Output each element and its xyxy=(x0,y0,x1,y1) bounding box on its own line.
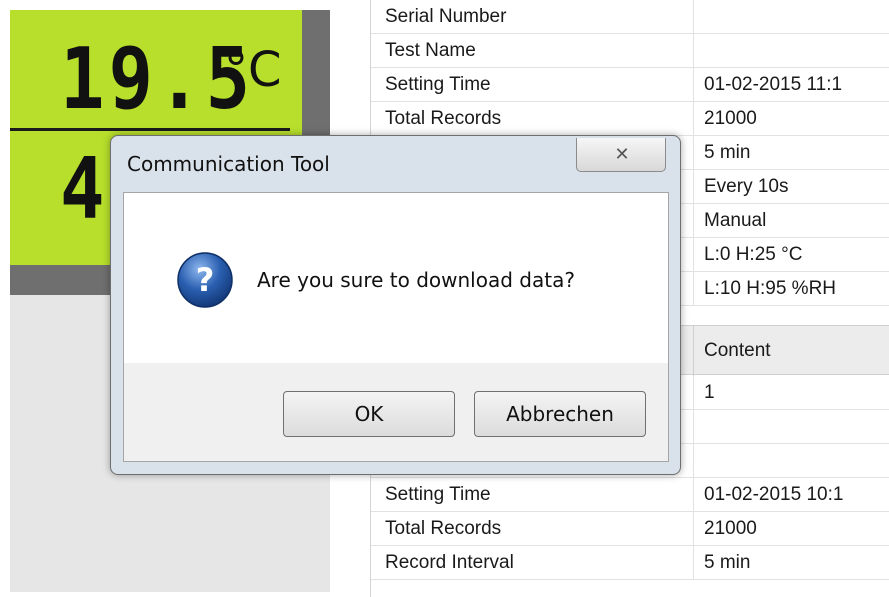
close-icon: ✕ xyxy=(614,144,630,164)
table-row[interactable]: Total Records 21000 xyxy=(371,102,889,136)
table-row[interactable]: Test Name xyxy=(371,34,889,68)
table-row[interactable]: Record Interval 5 min xyxy=(371,546,889,580)
dialog-message: Are you sure to download data? xyxy=(257,268,575,292)
row-value: Manual xyxy=(704,210,767,231)
row-value: 01-02-2015 11:1 xyxy=(704,74,843,95)
table-row[interactable]: Serial Number xyxy=(371,0,889,34)
row-value xyxy=(704,0,889,34)
table-row[interactable]: Setting Time 01-02-2015 11:1 xyxy=(371,68,889,102)
row-value xyxy=(704,34,889,68)
column-header-content[interactable]: Content xyxy=(704,326,771,376)
row-value: L:0 H:25 °C xyxy=(704,244,803,265)
table-row[interactable]: Total Records 21000 xyxy=(371,512,889,546)
row-value xyxy=(704,410,889,444)
confirm-dialog[interactable]: Communication Tool ✕ ? Are you sure to d… xyxy=(110,135,681,475)
table-row[interactable]: Setting Time 01-02-2015 10:1 xyxy=(371,478,889,512)
ok-button[interactable]: OK xyxy=(283,391,455,437)
dialog-body: ? Are you sure to download data? OK Abbr… xyxy=(123,192,669,462)
cancel-button[interactable]: Abbrechen xyxy=(474,391,646,437)
row-value: 01-02-2015 10:1 xyxy=(704,484,844,505)
row-value: Every 10s xyxy=(704,176,789,197)
row-value: 5 min xyxy=(704,552,751,573)
temperature-unit: °C xyxy=(224,42,282,98)
row-value xyxy=(704,444,889,478)
row-name: Record Interval xyxy=(385,552,514,573)
close-button[interactable]: ✕ xyxy=(576,138,666,172)
row-name: Total Records xyxy=(385,518,502,539)
row-value: L:10 H:95 %RH xyxy=(704,278,837,299)
row-value: 21000 xyxy=(704,518,757,539)
dialog-title: Communication Tool xyxy=(127,152,330,176)
row-name: Test Name xyxy=(385,40,476,61)
row-value: 1 xyxy=(704,382,715,403)
row-name: Total Records xyxy=(385,108,502,129)
row-value: 5 min xyxy=(704,142,751,163)
dialog-message-area: ? Are you sure to download data? xyxy=(124,193,668,363)
row-name: Serial Number xyxy=(385,6,507,27)
row-name: Setting Time xyxy=(385,484,491,505)
row-value: 21000 xyxy=(704,108,757,129)
svg-text:?: ? xyxy=(196,261,215,299)
question-icon: ? xyxy=(177,252,233,308)
row-name: Setting Time xyxy=(385,74,491,95)
